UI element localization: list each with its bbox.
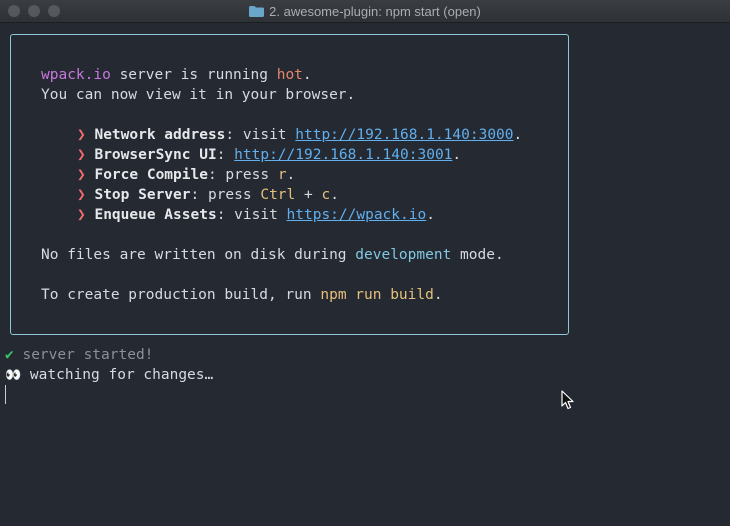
no-files-line: No files are written on disk during deve… — [41, 247, 504, 263]
check-icon: ✔ — [5, 347, 14, 363]
key-c: c — [321, 187, 331, 203]
brand-text: wpack.io — [41, 67, 111, 83]
watching-line: 👀 watching for changes… — [5, 367, 214, 383]
development-keyword: development — [355, 247, 452, 263]
view-in-browser-line: You can now view it in your browser. — [41, 87, 356, 103]
window-titlebar: 2. awesome-plugin: npm start (open) — [0, 0, 730, 23]
production-build-line: To create production build, run npm run … — [41, 287, 443, 303]
chevron-right-icon: ❯ — [77, 167, 86, 183]
network-address-line: ❯ Network address: visit http://192.168.… — [77, 127, 523, 143]
text-cursor[interactable] — [5, 385, 6, 404]
npm-command: npm run build — [320, 287, 434, 303]
browsersync-line: ❯ BrowserSync UI: http://192.168.1.140:3… — [77, 147, 462, 163]
chevron-right-icon: ❯ — [77, 207, 86, 223]
eyes-icon: 👀 — [5, 368, 22, 383]
window-title-area: 2. awesome-plugin: npm start (open) — [0, 0, 730, 22]
mouse-pointer-icon — [561, 390, 574, 410]
hot-text: hot — [276, 67, 303, 83]
browsersync-link[interactable]: http://192.168.1.140:3001 — [234, 147, 452, 163]
force-compile-line: ❯ Force Compile: press r. — [77, 167, 296, 183]
window-title: 2. awesome-plugin: npm start (open) — [269, 3, 481, 19]
folder-icon — [249, 5, 265, 17]
server-started-line: ✔ server started! — [5, 347, 154, 363]
server-running-line: wpack.io server is running hot. — [41, 67, 312, 83]
key-ctrl: Ctrl — [260, 187, 296, 203]
chevron-right-icon: ❯ — [77, 127, 86, 143]
chevron-right-icon: ❯ — [77, 187, 86, 203]
chevron-right-icon: ❯ — [77, 147, 86, 163]
key-r: r — [277, 167, 287, 183]
enqueue-assets-line: ❯ Enqueue Assets: visit https://wpack.io… — [77, 207, 435, 223]
wpack-link[interactable]: https://wpack.io — [287, 207, 427, 223]
stop-server-line: ❯ Stop Server: press Ctrl + c. — [77, 187, 339, 203]
network-address-link[interactable]: http://192.168.1.140:3000 — [295, 127, 513, 143]
